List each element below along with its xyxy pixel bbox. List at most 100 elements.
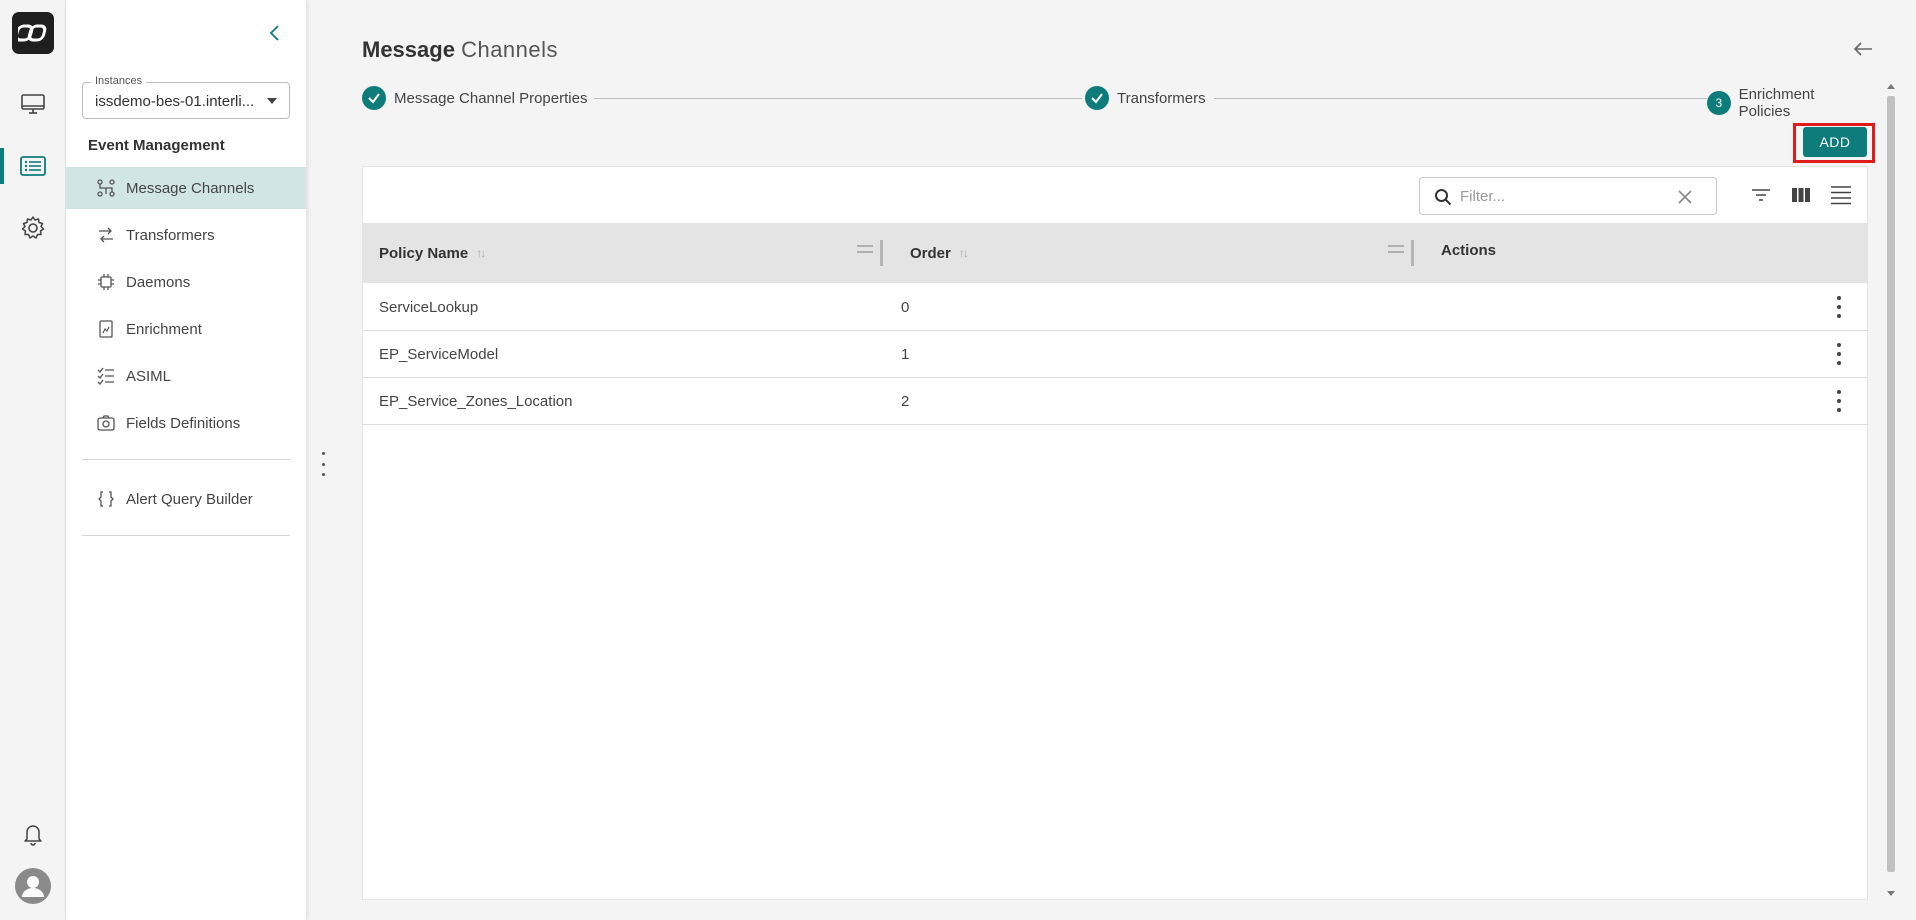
table-row[interactable]: ServiceLookup 0: [363, 284, 1867, 331]
columns-icon: [1792, 188, 1810, 202]
transformers-icon: [96, 225, 116, 245]
cell-order: 0: [901, 299, 910, 316]
checklist-icon: [96, 366, 116, 386]
step-transformers[interactable]: Transformers: [1085, 86, 1206, 110]
column-header-label: Order: [910, 244, 951, 262]
search-icon: [1435, 189, 1452, 206]
user-profile-button[interactable]: [0, 864, 66, 908]
monitor-icon: [21, 94, 45, 114]
column-header-policy-name[interactable]: Policy Name ↑↓: [379, 223, 486, 283]
columns-button[interactable]: [1789, 183, 1813, 207]
cell-policy-name: EP_Service_Zones_Location: [379, 393, 573, 410]
table-row[interactable]: EP_ServiceModel 1: [363, 331, 1867, 378]
stepper-connector: [1214, 98, 1712, 99]
step-label: Message Channel Properties: [394, 89, 588, 107]
row-actions-menu-icon[interactable]: [1833, 296, 1845, 318]
braces-icon: [96, 489, 116, 509]
scrollbar-thumb[interactable]: [1887, 96, 1895, 872]
document-chart-icon: [96, 319, 116, 339]
vertical-scrollbar[interactable]: [1884, 80, 1898, 900]
nav-item-label: Fields Definitions: [126, 414, 241, 432]
stepper-connector: [594, 98, 1082, 99]
sort-icon[interactable]: ↑↓: [959, 246, 969, 260]
instance-select[interactable]: Instances issdemo-bes-01.interli...: [82, 75, 290, 119]
filter-field[interactable]: [1419, 177, 1717, 215]
nav-item-transformers[interactable]: Transformers: [66, 214, 306, 256]
step-message-channel-properties[interactable]: Message Channel Properties: [362, 86, 588, 110]
instance-select-label: Instances: [91, 75, 147, 87]
nav-item-label: ASIML: [126, 367, 172, 385]
instance-select-value: issdemo-bes-01.interli...: [95, 93, 255, 110]
column-header-label: Policy Name: [379, 244, 469, 262]
column-header-actions: Actions: [1441, 220, 1496, 280]
chevron-left-icon: [269, 25, 279, 41]
page-title-primary: Message: [362, 37, 455, 62]
chain-link-logo-icon: [18, 24, 47, 42]
column-resize-separator[interactable]: [880, 240, 883, 266]
table-header: Policy Name ↑↓ Order ↑↓ Actions: [363, 223, 1867, 283]
step-enrichment-policies[interactable]: 3 Enrichment Policies: [1707, 86, 1868, 120]
nav-item-message-channels[interactable]: Message Channels: [66, 167, 306, 209]
cell-policy-name: EP_ServiceModel: [379, 346, 499, 363]
nav-item-label: Daemons: [126, 273, 191, 291]
page-title-secondary: Channels: [461, 37, 559, 62]
column-header-order[interactable]: Order ↑↓: [910, 223, 969, 283]
step-label: Enrichment Policies: [1738, 86, 1815, 120]
rail-settings-button[interactable]: [0, 206, 66, 250]
nav-divider: [82, 535, 290, 536]
list-icon: [20, 156, 46, 176]
icon-rail: [0, 0, 66, 920]
rail-monitor-button[interactable]: [0, 82, 66, 126]
check-icon: [1085, 86, 1109, 110]
table-row[interactable]: EP_Service_Zones_Location 2: [363, 378, 1867, 425]
filter-lines-icon: [1752, 189, 1770, 201]
step-label: Transformers: [1117, 89, 1206, 107]
user-avatar-icon: [15, 868, 51, 904]
add-button[interactable]: ADD: [1803, 127, 1867, 157]
nav-divider: [82, 459, 290, 460]
cell-order: 2: [901, 393, 910, 410]
nav-item-label: Message Channels: [126, 179, 255, 197]
collapse-panel-button[interactable]: [262, 20, 288, 46]
nav-item-label: Enrichment: [126, 320, 202, 338]
bell-icon: [24, 825, 42, 846]
policies-table-card: Policy Name ↑↓ Order ↑↓ Actions ServiceL…: [362, 166, 1868, 900]
page-title: Message Channels: [362, 37, 558, 63]
rail-list-button[interactable]: [0, 144, 66, 188]
panel-resize-handle[interactable]: [318, 452, 328, 476]
scroll-down-arrow-icon[interactable]: [1887, 891, 1895, 896]
wizard-stepper: Message Channel Properties Transformers …: [362, 86, 1868, 120]
nav-item-daemons[interactable]: Daemons: [66, 261, 306, 303]
clear-icon[interactable]: [1676, 188, 1694, 206]
nav-item-fields-definitions[interactable]: Fields Definitions: [66, 402, 306, 444]
app-logo[interactable]: [12, 12, 54, 54]
density-icon: [1831, 186, 1851, 205]
row-actions-menu-icon[interactable]: [1833, 343, 1845, 365]
column-menu-handle[interactable]: [857, 245, 873, 253]
back-button[interactable]: [1852, 38, 1874, 60]
filter-input[interactable]: [1460, 186, 1660, 206]
check-icon: [362, 86, 386, 110]
notifications-button[interactable]: [0, 812, 66, 856]
density-button[interactable]: [1829, 183, 1853, 207]
camera-icon: [96, 413, 116, 433]
sort-icon[interactable]: ↑↓: [476, 246, 486, 260]
nav-item-asiml[interactable]: ASIML: [66, 355, 306, 397]
column-header-label: Actions: [1441, 241, 1497, 259]
gear-icon: [21, 216, 45, 239]
filter-rows-button[interactable]: [1749, 183, 1773, 207]
row-actions-menu-icon[interactable]: [1833, 390, 1845, 412]
chip-icon: [96, 272, 116, 292]
nav-item-label: Alert Query Builder: [126, 490, 253, 508]
column-resize-separator[interactable]: [1411, 240, 1414, 266]
caret-down-icon: [267, 98, 277, 104]
arrow-left-icon: [1853, 42, 1872, 56]
nav-item-label: Transformers: [126, 226, 215, 244]
channels-icon: [96, 178, 116, 198]
navigation-panel: Instances issdemo-bes-01.interli... Even…: [66, 0, 306, 920]
cell-policy-name: ServiceLookup: [379, 299, 479, 316]
nav-item-alert-query-builder[interactable]: Alert Query Builder: [66, 478, 306, 520]
scroll-up-arrow-icon[interactable]: [1887, 84, 1895, 89]
nav-item-enrichment[interactable]: Enrichment: [66, 308, 306, 350]
column-menu-handle[interactable]: [1388, 245, 1404, 253]
